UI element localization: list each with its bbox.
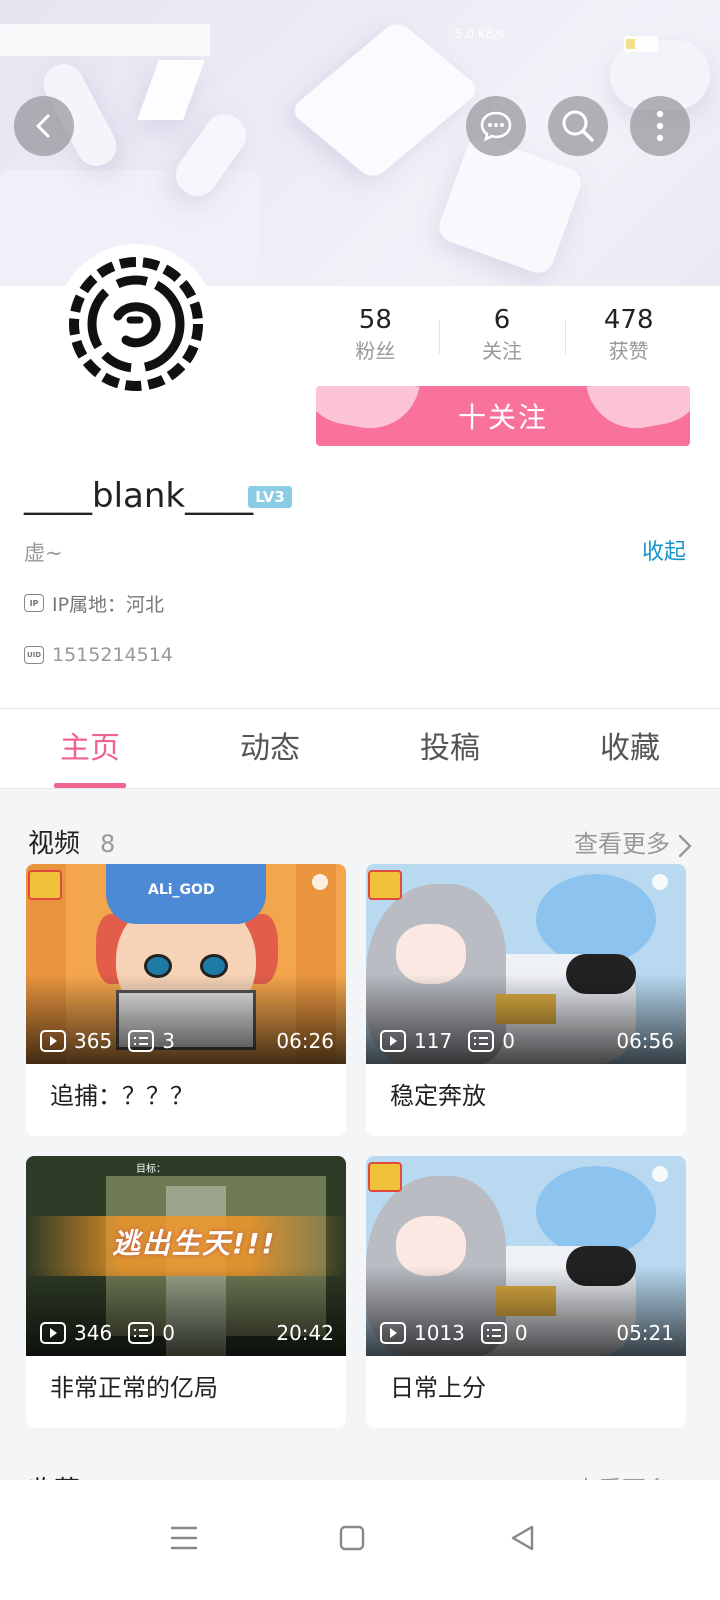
danmaku-icon — [128, 1322, 155, 1344]
danmaku-count: 3 — [162, 1029, 175, 1053]
tab-favorites[interactable]: 收藏 — [540, 709, 720, 788]
stat-value: 478 — [603, 305, 654, 335]
video-thumbnail[interactable]: 117 0 06:56 — [366, 864, 686, 1064]
avatar[interactable] — [56, 244, 216, 404]
sound-icon — [652, 874, 668, 890]
section-title: 视频 — [28, 829, 81, 859]
follow-button-label: 十关注 — [457, 401, 548, 434]
bio-text: 虚~ — [24, 541, 63, 565]
video-thumbnail[interactable]: ALi_GOD 365 3 06:26 — [26, 864, 346, 1064]
stat-label: 获赞 — [608, 339, 649, 363]
video-duration: 06:56 — [616, 1029, 674, 1053]
stat-likes[interactable]: 478 获赞 — [565, 304, 692, 374]
stat-fans[interactable]: 58 粉丝 — [312, 304, 439, 374]
more-vertical-icon — [656, 110, 664, 142]
play-count-icon — [40, 1030, 66, 1052]
video-stats-overlay: 117 0 06:56 — [380, 1026, 674, 1056]
uid-icon: UID — [24, 646, 44, 664]
stats-row: 58 粉丝 6 关注 478 获赞 — [312, 304, 692, 374]
status-bar: 5.0 KB/s — [0, 24, 720, 58]
search-icon — [562, 110, 594, 142]
video-title[interactable]: 日常上分 — [390, 1370, 486, 1406]
stat-value: 58 — [358, 305, 392, 335]
stat-following[interactable]: 6 关注 — [438, 304, 566, 374]
danmaku-icon — [128, 1030, 155, 1052]
game-logo-icon — [368, 870, 402, 900]
game-logo-icon — [28, 870, 62, 900]
play-count: 365 — [74, 1029, 113, 1053]
stat-label: 粉丝 — [355, 339, 396, 363]
view-more-link[interactable]: 查看更多 — [574, 826, 670, 862]
video-title[interactable]: 追捕：？？？ — [50, 1078, 194, 1114]
video-card[interactable]: ALi_GOD 365 3 06:26 追捕：？？？ — [26, 864, 346, 1136]
profile-tabs: 主页 动态 投稿 收藏 — [0, 709, 720, 789]
more-button[interactable] — [630, 96, 690, 156]
swirl-avatar-icon — [69, 257, 203, 391]
play-count-icon — [380, 1030, 406, 1052]
video-stats-overlay: 346 0 20:42 — [40, 1318, 334, 1348]
danmaku-count: 0 — [514, 1321, 528, 1345]
chevron-right-icon[interactable] — [678, 834, 692, 858]
section-count: 8 — [100, 830, 116, 858]
videos-section-header: 视频 8 查看更多 — [28, 826, 692, 862]
video-card[interactable]: 1013 0 05:21 日常上分 — [366, 1156, 686, 1428]
video-card[interactable]: 117 0 06:56 稳定奔放 — [366, 864, 686, 1136]
video-duration: 20:42 — [276, 1321, 334, 1345]
home-square-icon — [339, 1525, 365, 1551]
play-count: 346 — [74, 1321, 113, 1345]
tab-dynamics[interactable]: 动态 — [180, 709, 360, 788]
battery-icon — [624, 36, 658, 52]
network-speed: 5.0 KB/s — [455, 27, 505, 41]
video-title[interactable]: 非常正常的亿局 — [50, 1370, 218, 1406]
video-card[interactable]: 逃出生天!!! 目标： 346 0 20:42 非常正常的亿局 — [26, 1156, 346, 1428]
stat-label: 关注 — [482, 339, 522, 363]
video-stats-overlay: 1013 0 05:21 — [380, 1318, 674, 1348]
thumbnail-cap-text: ALi_GOD — [148, 882, 215, 898]
sound-icon — [652, 1166, 668, 1182]
play-count-icon — [40, 1322, 66, 1344]
thumbnail-banner-text: 逃出生天!!! — [112, 1227, 277, 1260]
collapse-link[interactable]: 收起 — [642, 538, 686, 568]
uid-row: UID 1515214514 — [24, 642, 173, 668]
ip-icon: IP — [24, 594, 44, 612]
video-stats-overlay: 365 3 06:26 — [40, 1026, 334, 1056]
sound-icon — [312, 874, 328, 890]
danmaku-icon — [480, 1322, 507, 1344]
system-nav-bar — [0, 1480, 720, 1600]
tab-submissions[interactable]: 投稿 — [360, 709, 540, 788]
stat-value: 6 — [493, 305, 511, 335]
back-button[interactable] — [14, 96, 74, 156]
ip-location-row: IP IP属地：河北 — [24, 590, 164, 616]
level-badge: LV3 — [248, 486, 292, 508]
danmaku-count: 0 — [502, 1029, 515, 1053]
ip-location: IP属地：河北 — [52, 593, 165, 616]
back-triangle-icon — [511, 1525, 534, 1551]
video-thumbnail[interactable]: 逃出生天!!! 目标： 346 0 20:42 — [26, 1156, 346, 1356]
danmaku-icon — [468, 1030, 495, 1052]
tab-home[interactable]: 主页 — [0, 709, 180, 788]
play-count: 117 — [414, 1029, 453, 1053]
back-arrow-icon — [36, 114, 50, 138]
follow-button[interactable]: 十关注 — [316, 386, 690, 446]
thumbnail-hud-text: 目标： — [136, 1164, 166, 1175]
game-logo-icon — [368, 1162, 402, 1192]
search-button[interactable] — [548, 96, 608, 156]
video-thumbnail[interactable]: 1013 0 05:21 — [366, 1156, 686, 1356]
video-duration: 05:21 — [616, 1321, 674, 1345]
danmaku-count: 0 — [162, 1321, 175, 1345]
home-button[interactable] — [322, 1508, 382, 1568]
menu-button[interactable] — [154, 1508, 214, 1568]
play-count: 1013 — [414, 1321, 465, 1345]
play-count-icon — [380, 1322, 406, 1344]
message-icon — [480, 111, 512, 142]
uid-value: 1515214514 — [52, 644, 173, 666]
video-duration: 06:26 — [276, 1029, 334, 1053]
menu-icon — [170, 1526, 198, 1550]
username: ____blank____ — [24, 476, 254, 516]
message-button[interactable] — [466, 96, 526, 156]
back-nav-button[interactable] — [492, 1508, 552, 1568]
video-title[interactable]: 稳定奔放 — [390, 1078, 486, 1114]
